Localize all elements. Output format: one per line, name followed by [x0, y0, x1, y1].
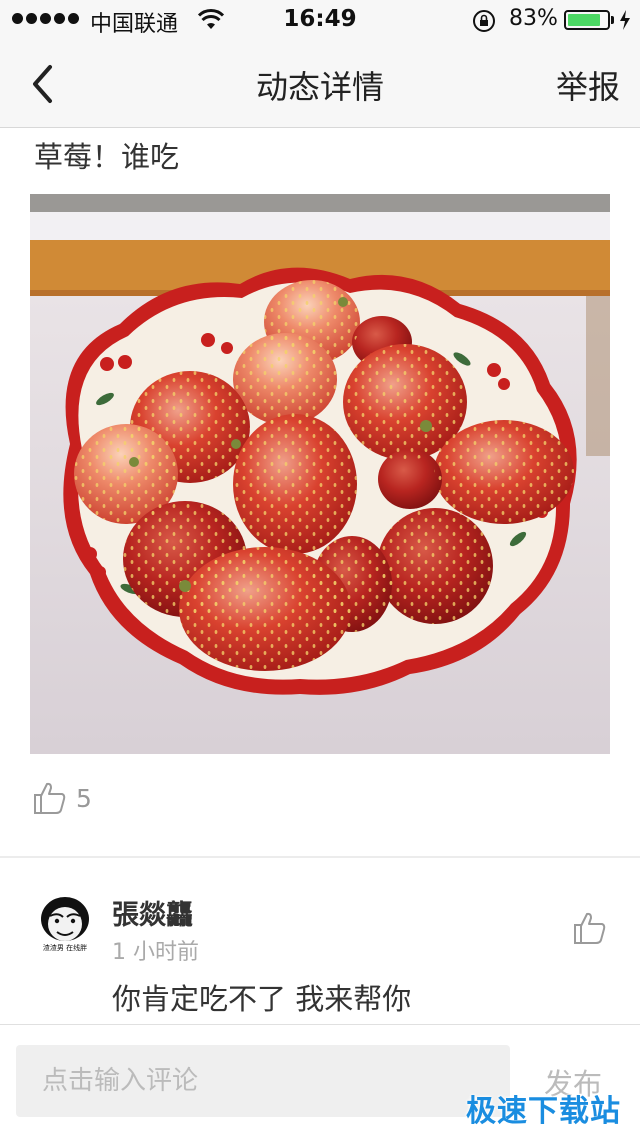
battery-icon: [564, 10, 610, 30]
report-button[interactable]: 举报: [556, 62, 620, 108]
comment-username[interactable]: 張燚龘: [112, 893, 193, 932]
status-bar: 中国联通 16:49 83%: [0, 0, 640, 40]
battery-cap: [611, 16, 614, 24]
navigation-bar: 动态详情 举报: [0, 40, 640, 128]
chevron-left-icon: [33, 65, 52, 103]
thumbs-up-icon: [574, 912, 606, 944]
page-title: 动态详情: [255, 68, 384, 106]
comment-input[interactable]: [16, 1045, 510, 1117]
post-image[interactable]: [30, 194, 610, 754]
avatar-caption: 渣渣男 在线胖: [42, 944, 88, 952]
comment-like-button[interactable]: [572, 910, 608, 950]
back-button[interactable]: [30, 60, 74, 108]
comment-time: 1 小时前: [112, 940, 199, 965]
watermark: 极速下载站: [466, 1094, 621, 1129]
like-count: 5: [76, 783, 92, 813]
post-text: 草莓！谁吃: [34, 140, 180, 174]
rotation-lock-icon: [472, 9, 496, 37]
charging-icon: [618, 9, 632, 35]
thumbs-up-icon: [34, 782, 66, 814]
post-like-button[interactable]: 5: [32, 780, 92, 816]
battery-percent: 83%: [509, 6, 558, 31]
section-divider: [0, 856, 640, 858]
avatar[interactable]: 渣渣男 在线胖: [36, 894, 94, 952]
comment-text: 你肯定吃不了 我来帮你: [112, 982, 412, 1016]
